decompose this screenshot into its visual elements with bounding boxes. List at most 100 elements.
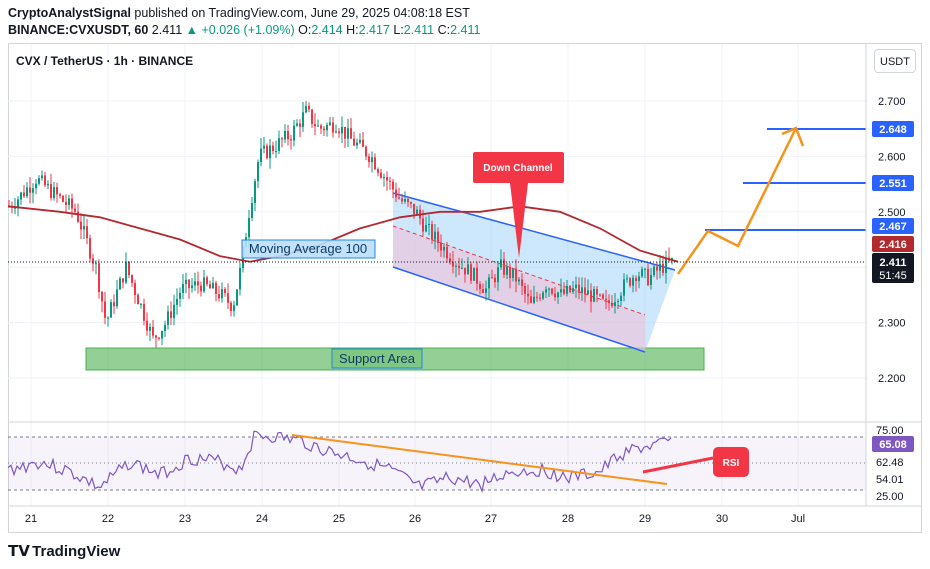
- candle-body: [227, 293, 229, 303]
- candle-body: [230, 302, 232, 312]
- candle-body: [20, 192, 22, 200]
- candle-body: [311, 109, 313, 125]
- candle-body: [428, 223, 430, 226]
- candle-body: [356, 142, 358, 146]
- candle-body: [353, 138, 355, 146]
- candle-body: [401, 198, 403, 202]
- candle-body: [500, 259, 502, 268]
- candle-body: [290, 139, 292, 141]
- candle-body: [530, 296, 532, 303]
- target-price-label: 2.551: [879, 178, 907, 190]
- candle-body: [452, 261, 454, 267]
- candle-body: [326, 124, 328, 131]
- candle-body: [581, 287, 583, 293]
- candle-body: [173, 304, 175, 318]
- support-area-label: Support Area: [339, 351, 416, 366]
- candle-body: [512, 268, 514, 279]
- candle-body: [107, 317, 109, 319]
- candle-body: [182, 284, 184, 293]
- currency-button[interactable]: USDT: [874, 49, 916, 73]
- candle-body: [233, 305, 235, 312]
- candle-body: [314, 124, 316, 127]
- candle-body: [578, 284, 580, 293]
- candle-body: [101, 292, 103, 302]
- candle-body: [50, 183, 52, 199]
- candle-body: [65, 201, 67, 205]
- candle-body: [659, 263, 661, 271]
- candle-body: [293, 125, 295, 141]
- price-tick-label: 2.600: [878, 151, 906, 163]
- candle-body: [137, 294, 139, 305]
- candle-body: [269, 145, 271, 159]
- candle-body: [413, 203, 415, 214]
- candle-body: [386, 177, 388, 181]
- candle-body: [251, 203, 253, 218]
- candle-body: [131, 275, 133, 283]
- candle-body: [395, 189, 397, 198]
- candle-body: [518, 279, 520, 282]
- candle-body: [221, 289, 223, 299]
- candle-body: [464, 267, 466, 275]
- candle-body: [551, 288, 553, 294]
- candle-body: [398, 197, 400, 199]
- candle-body: [284, 130, 286, 140]
- rsi-tick-label: 62.48: [876, 457, 904, 469]
- candle-body: [611, 303, 613, 307]
- candle-body: [644, 268, 646, 270]
- candle-body: [287, 130, 289, 140]
- candle-body: [347, 128, 349, 139]
- candle-body: [104, 301, 106, 318]
- candle-body: [239, 268, 241, 290]
- candle-body: [422, 218, 424, 232]
- candle-body: [185, 279, 187, 285]
- candle-body: [278, 138, 280, 151]
- candle-body: [485, 288, 487, 293]
- candle-body: [596, 289, 598, 295]
- candle-body: [281, 138, 283, 140]
- candle-body: [467, 264, 469, 275]
- candle-body: [44, 175, 46, 186]
- tradingview-logo[interactable]: 𝗧𝗩 TradingView: [8, 542, 120, 560]
- candle-body: [620, 295, 622, 301]
- time-axis[interactable]: 21 22 23 24 25 26 27 28 29 30 Jul: [25, 513, 805, 525]
- candle-body: [455, 265, 457, 267]
- candle-body: [434, 231, 436, 240]
- candle-body: [443, 246, 445, 251]
- candle-body: [116, 289, 118, 307]
- candle-body: [617, 300, 619, 303]
- projection-path[interactable]: [676, 127, 798, 275]
- candle-body: [110, 302, 112, 318]
- candle-body: [308, 106, 310, 110]
- rsi-axis[interactable]: 75.00 62.48 54.01 25.00 65.08: [865, 422, 914, 506]
- candle-body: [587, 290, 589, 295]
- candle-body: [425, 225, 427, 232]
- candle-body: [365, 146, 367, 157]
- candle-body: [449, 258, 451, 262]
- candle-body: [521, 279, 523, 286]
- ma-label: Moving Average 100: [249, 241, 367, 256]
- candle-body: [35, 183, 37, 189]
- candle-body: [593, 289, 595, 302]
- date-tick-label: 24: [256, 513, 268, 525]
- candle-body: [335, 131, 337, 133]
- candle-body: [38, 178, 40, 184]
- candle-body: [338, 131, 340, 134]
- candle-body: [431, 223, 433, 240]
- candle-body: [179, 292, 181, 299]
- last-price-tag: 2.411: [880, 257, 907, 269]
- candle-body: [623, 279, 625, 296]
- candle-body: [68, 198, 70, 205]
- chart-canvas[interactable]: Support Area Moving Average 100 Down Cha…: [0, 0, 930, 569]
- candle-body: [263, 145, 265, 149]
- candle-body: [473, 267, 475, 281]
- candle-body: [266, 145, 268, 159]
- tv-logo-icon: 𝗧𝗩: [8, 543, 30, 560]
- candle-body: [59, 194, 61, 196]
- candle-body: [188, 279, 190, 289]
- chart-legend-title[interactable]: CVX / TetherUS · 1h · BINANCE: [16, 54, 193, 68]
- candle-body: [95, 263, 97, 265]
- candle-body: [62, 195, 64, 202]
- candle-body: [662, 263, 664, 273]
- candle-body: [158, 337, 160, 339]
- candle-body: [155, 335, 157, 338]
